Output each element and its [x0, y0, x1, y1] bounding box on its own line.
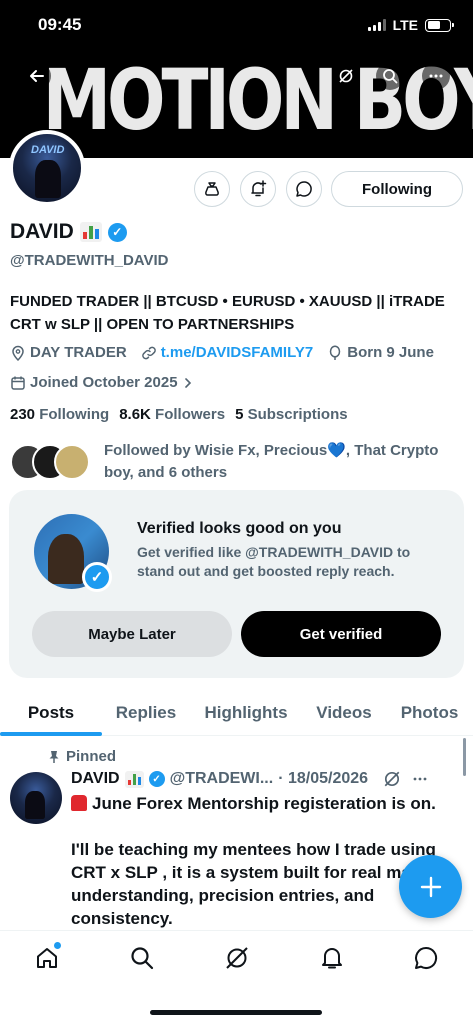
promo-subtitle: Get verified like @TRADEWITH_DAVID to st… [137, 544, 411, 579]
follower-avatars [10, 440, 90, 484]
follower-avatar [54, 444, 90, 480]
joined-text: Joined October 2025 [30, 374, 178, 391]
signal-icon [367, 19, 386, 31]
verified-badge-icon[interactable]: ✓ [107, 222, 127, 242]
verify-promo-card: ✓ Verified looks good on you Get verifie… [9, 490, 464, 678]
siren-emoji-icon [71, 795, 87, 811]
profile-stats: 230 Following 8.6K Followers 5 Subscript… [10, 406, 348, 423]
chevron-right-icon [184, 377, 191, 388]
grok-icon [226, 947, 248, 969]
avatar-text: DAVID [31, 144, 65, 156]
category-text: DAY TRADER [30, 344, 127, 361]
joined-item[interactable]: Joined October 2025 [10, 374, 194, 391]
promo-person [48, 534, 84, 584]
message-icon [296, 181, 312, 197]
tab-highlights[interactable]: Highlights [190, 690, 302, 736]
post-handle[interactable]: @TRADEWI... [170, 770, 274, 788]
link-icon [141, 346, 156, 359]
grok-button[interactable] [332, 62, 360, 90]
search-icon [131, 947, 154, 970]
network-label: LTE [392, 17, 418, 33]
pin-icon [49, 750, 59, 763]
search-icon [383, 69, 398, 84]
tab-videos[interactable]: Videos [302, 690, 386, 736]
bell-plus-icon [251, 180, 267, 197]
battery-icon [425, 18, 454, 32]
message-icon [415, 946, 438, 969]
nav-grok[interactable] [222, 943, 252, 973]
chart-emoji-icon [79, 222, 102, 242]
banner-text: MOTION BOY [42, 51, 473, 149]
profile-handle: @TRADEWITH_DAVID [10, 252, 169, 269]
name-row: DAVID ✓ [10, 220, 127, 244]
money-bag-icon [205, 182, 219, 196]
profile-banner[interactable]: 09:45 LTE MOTION BOY [0, 0, 473, 158]
status-time: 09:45 [38, 15, 82, 34]
verified-badge-icon: ✓ [82, 562, 112, 592]
location-pin-icon [12, 345, 24, 361]
profile-meta-row-1: DAY TRADER t.me/DAVIDSFAMILY7 Born 9 Jun… [10, 344, 434, 361]
chart-emoji-icon [124, 770, 144, 788]
post-header: DAVID ✓ @TRADEWI... · 18/05/2026 [71, 770, 428, 788]
post-author[interactable]: DAVID [71, 770, 120, 788]
followers-stat[interactable]: 8.6K Followers [119, 406, 225, 423]
more-button[interactable] [422, 62, 450, 90]
bell-icon [322, 948, 342, 969]
subscriptions-stat[interactable]: 5 Subscriptions [235, 406, 348, 423]
get-verified-button[interactable]: Get verified [241, 611, 441, 657]
followed-by-text: Followed by Wisie Fx, Precious💙, That Cr… [104, 442, 439, 481]
pinned-text: Pinned [66, 748, 117, 765]
verified-badge-icon: ✓ [148, 771, 165, 787]
grok-icon[interactable] [383, 770, 401, 788]
balloon-icon [329, 344, 341, 360]
tab-posts[interactable]: Posts [0, 690, 102, 736]
post-date: · 18/05/2026 [278, 770, 369, 787]
post-avatar-figure [25, 791, 45, 819]
following-stat[interactable]: 230 Following [10, 406, 109, 423]
followed-by-row[interactable]: Followed by Wisie Fx, Precious💙, That Cr… [10, 440, 454, 484]
home-notification-dot [54, 942, 61, 949]
notify-button[interactable] [240, 171, 276, 207]
tip-button[interactable] [194, 171, 230, 207]
following-button[interactable]: Following [331, 171, 463, 207]
born-item: Born 9 June [327, 344, 434, 361]
pinned-label: Pinned [48, 748, 116, 765]
promo-title: Verified looks good on you [137, 520, 342, 537]
profile-meta-row-2[interactable]: Joined October 2025 [10, 374, 194, 391]
arrow-left-icon [30, 70, 44, 82]
category-item: DAY TRADER [10, 344, 127, 361]
born-text: Born 9 June [347, 344, 434, 361]
link-item[interactable]: t.me/DAVIDSFAMILY7 [141, 344, 314, 361]
more-icon[interactable] [412, 771, 428, 787]
back-button[interactable] [23, 62, 51, 90]
grok-icon [339, 69, 353, 83]
post-line-1: June Forex Mentorship registeration is o… [92, 794, 436, 813]
compose-button[interactable] [399, 855, 462, 918]
nav-home[interactable] [32, 942, 62, 973]
profile-bio: FUNDED TRADER || BTCUSD • EURUSD • XAUUS… [10, 293, 445, 333]
home-indicator [150, 1010, 322, 1015]
profile-avatar[interactable]: DAVID [9, 130, 85, 206]
more-icon [429, 74, 443, 78]
calendar-icon [11, 376, 25, 390]
search-button[interactable] [376, 62, 404, 90]
nav-notifications[interactable] [317, 943, 347, 973]
profile-link[interactable]: t.me/DAVIDSFAMILY7 [161, 344, 314, 361]
tab-photos[interactable]: Photos [386, 690, 473, 736]
profile-tabs: Posts Replies Highlights Videos Photos [0, 690, 473, 736]
plus-icon [420, 876, 441, 897]
nav-search[interactable] [127, 943, 157, 973]
message-button[interactable] [286, 171, 322, 207]
nav-messages[interactable] [411, 943, 441, 973]
avatar-figure [35, 160, 61, 198]
scroll-indicator [463, 738, 466, 776]
status-indicators: LTE [367, 17, 454, 33]
tab-replies[interactable]: Replies [102, 690, 190, 736]
maybe-later-button[interactable]: Maybe Later [32, 611, 232, 657]
post-avatar[interactable] [10, 772, 62, 824]
display-name: DAVID [10, 220, 74, 243]
